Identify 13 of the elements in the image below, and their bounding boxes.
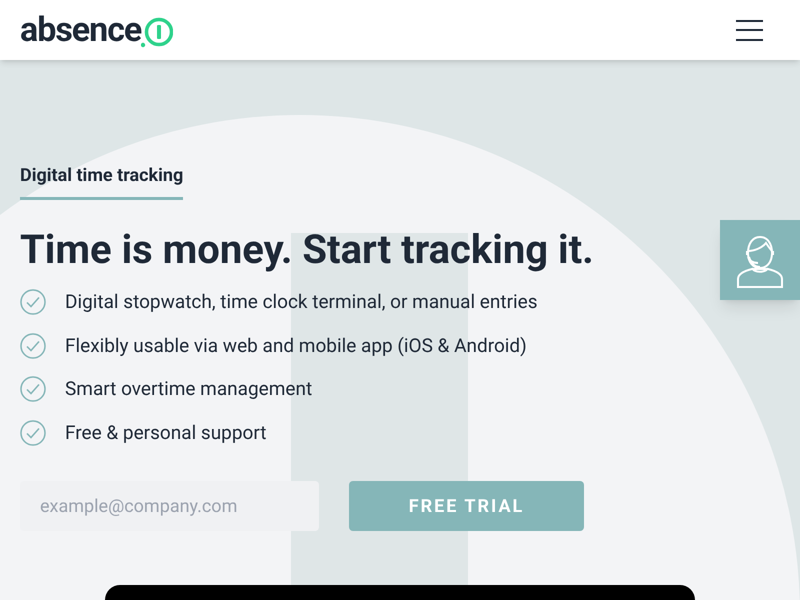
hero-heading: Time is money. Start tracking it. bbox=[20, 226, 594, 274]
feature-text: Digital stopwatch, time clock terminal, or manual entries bbox=[65, 289, 538, 315]
logo-power-icon bbox=[141, 16, 174, 48]
menu-icon[interactable] bbox=[736, 20, 763, 40]
feature-text: Flexibly usable via web and mobile app (iOS & Android) bbox=[65, 332, 527, 358]
feature-text: Smart overtime management bbox=[65, 376, 312, 402]
logo-text[interactable]: absence bbox=[20, 13, 142, 47]
check-circle-icon bbox=[20, 376, 46, 402]
check-circle-icon bbox=[20, 420, 46, 446]
check-circle-icon bbox=[20, 289, 46, 316]
feature-text: Free & personal support bbox=[65, 420, 266, 446]
section-label: Digital time tracking bbox=[20, 162, 184, 200]
check-circle-icon bbox=[20, 332, 46, 359]
